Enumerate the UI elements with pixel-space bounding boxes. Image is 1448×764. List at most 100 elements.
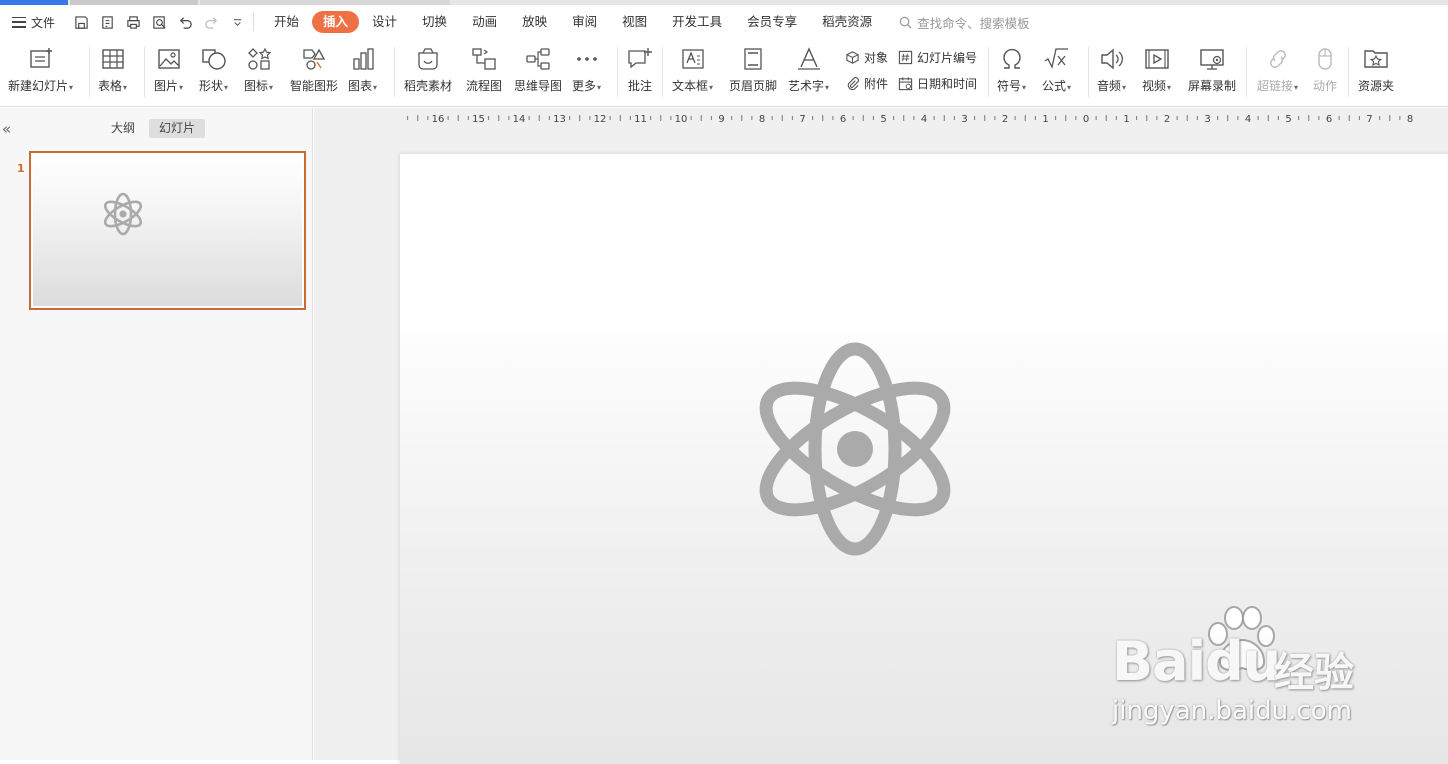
ruler-label: 10: [675, 114, 688, 125]
tab-item[interactable]: 稻壳资源: [810, 11, 884, 33]
ruler-label: 12: [594, 114, 607, 125]
tab-item[interactable]: 开始: [262, 11, 311, 33]
ribbon-tabs: 开始 插入 设计 切换 动画 放映 审阅 视图 开发工具 会员专享 稻壳资源: [262, 5, 885, 39]
formula-button[interactable]: 公式▾: [1042, 45, 1071, 101]
tab-item[interactable]: 插入: [312, 11, 360, 33]
tab-item[interactable]: 动画: [460, 11, 509, 33]
datetime-label: 日期和时间: [917, 77, 978, 91]
formula-label: 公式: [1042, 79, 1067, 93]
insert-ribbon: 新建幻灯片▾ 表格▾ 图片▾ 形状▾ 图标▾ 智能图形 图表▾ 稻壳素材 流程图…: [0, 39, 1448, 107]
command-search[interactable]: 查找命令、搜索模板: [899, 13, 1030, 32]
paperclip-icon: [847, 77, 859, 91]
docer-material-button[interactable]: 稻壳素材: [404, 45, 452, 101]
screen-record-label: 屏幕录制: [1188, 79, 1237, 93]
smartart-icon: [301, 45, 327, 73]
link-icon: [1265, 45, 1291, 73]
atom-icon[interactable]: [755, 339, 955, 559]
export-pdf-icon[interactable]: [100, 15, 115, 30]
symbol-button[interactable]: 符号▾: [997, 45, 1026, 101]
table-button[interactable]: 表格▾: [98, 45, 127, 101]
picture-button[interactable]: 图片▾: [154, 45, 183, 101]
object-label: 对象: [864, 51, 889, 65]
undo-icon[interactable]: [178, 15, 193, 30]
shape-button[interactable]: 形状▾: [199, 45, 228, 101]
ruler-label: 7: [799, 114, 805, 125]
screen-record-button[interactable]: 屏幕录制: [1188, 45, 1236, 101]
ruler-label: 2: [1164, 114, 1170, 125]
flowchart-button[interactable]: 流程图: [466, 45, 502, 101]
ruler-label: 1: [1042, 114, 1048, 125]
header-footer-button[interactable]: 页眉页脚: [729, 45, 777, 101]
datetime-button[interactable]: 日期和时间: [898, 75, 977, 92]
more-button[interactable]: 更多▾: [572, 45, 601, 101]
save-icon[interactable]: [74, 15, 89, 30]
action-button[interactable]: 动作: [1313, 45, 1337, 101]
textbox-icon: [680, 45, 706, 73]
comment-button[interactable]: 批注: [627, 45, 653, 101]
divider: [1246, 47, 1247, 97]
smartart-button[interactable]: 智能图形: [290, 45, 338, 101]
shape-label: 形状: [199, 79, 224, 93]
customize-toolbar-icon[interactable]: [230, 15, 245, 30]
audio-button[interactable]: 音频▾: [1097, 45, 1126, 101]
slide-thumbnail[interactable]: [29, 151, 306, 310]
divider: [89, 47, 90, 97]
ruler-label: 0: [1083, 114, 1089, 125]
divider: [617, 47, 618, 97]
attachment-button[interactable]: 附件: [845, 75, 888, 92]
new-slide-button[interactable]: 新建幻灯片▾: [8, 45, 73, 101]
ruler-label: 3: [961, 114, 967, 125]
divider: [1348, 47, 1349, 97]
slide-canvas[interactable]: [400, 154, 1448, 764]
ruler-label: 14: [513, 114, 526, 125]
ruler-label: 5: [1285, 114, 1291, 125]
horizontal-ruler: 16 15 14 13 12 11 10 9 8 7 6 5 4 3 2 1 0 1 2 3 4 5 6 7 8: [400, 111, 1448, 125]
ruler-label: 8: [1407, 114, 1413, 125]
speaker-icon: [1099, 45, 1125, 73]
divider: [662, 47, 663, 97]
tab-item[interactable]: 放映: [510, 11, 559, 33]
tab-item[interactable]: 视图: [610, 11, 659, 33]
tab-outline[interactable]: 大纲: [101, 119, 145, 138]
tab-item[interactable]: 开发工具: [660, 11, 734, 33]
tab-item[interactable]: 会员专享: [735, 11, 809, 33]
tab-item[interactable]: 设计: [360, 11, 409, 33]
more-icon: [575, 45, 599, 73]
comment-icon: [627, 45, 653, 73]
wordart-button[interactable]: 艺术字▾: [788, 45, 829, 101]
print-preview-icon[interactable]: [152, 15, 167, 30]
slide-number-icon: [898, 50, 913, 65]
comment-label: 批注: [627, 79, 652, 93]
object-button[interactable]: 对象: [845, 49, 888, 66]
tab-item[interactable]: 审阅: [560, 11, 609, 33]
hyperlink-button[interactable]: 超链接▾: [1257, 45, 1298, 101]
ruler-label: 4: [1245, 114, 1251, 125]
ruler-label: 6: [1326, 114, 1332, 125]
omega-icon: [1000, 45, 1024, 73]
mindmap-button[interactable]: 思维导图: [514, 45, 562, 101]
shape-icon: [201, 45, 227, 73]
search-icon: [899, 16, 912, 29]
chart-button[interactable]: 图表▾: [348, 45, 377, 101]
picture-label: 图片: [154, 79, 179, 93]
slide-number-button[interactable]: 幻灯片编号: [898, 49, 977, 66]
divider: [253, 13, 254, 31]
icon-button[interactable]: 图标▾: [244, 45, 273, 101]
action-label: 动作: [1313, 79, 1338, 93]
file-menu-button[interactable]: 文件: [0, 5, 64, 39]
ruler-label: 4: [921, 114, 927, 125]
ruler-label: 9: [718, 114, 724, 125]
redo-icon[interactable]: [204, 15, 219, 30]
symbol-label: 符号: [997, 79, 1022, 93]
header-footer-label: 页眉页脚: [729, 79, 778, 93]
slide-number: 1: [17, 162, 25, 175]
textbox-button[interactable]: 文本框▾: [672, 45, 713, 101]
video-button[interactable]: 视频▾: [1142, 45, 1171, 101]
tab-slides[interactable]: 幻灯片: [149, 119, 206, 138]
more-label: 更多: [572, 79, 597, 93]
collapse-panel-icon[interactable]: «: [2, 120, 11, 138]
wordart-icon: [796, 45, 822, 73]
print-icon[interactable]: [126, 15, 141, 30]
resources-button[interactable]: 资源夹: [1358, 45, 1394, 101]
tab-item[interactable]: 切换: [410, 11, 459, 33]
